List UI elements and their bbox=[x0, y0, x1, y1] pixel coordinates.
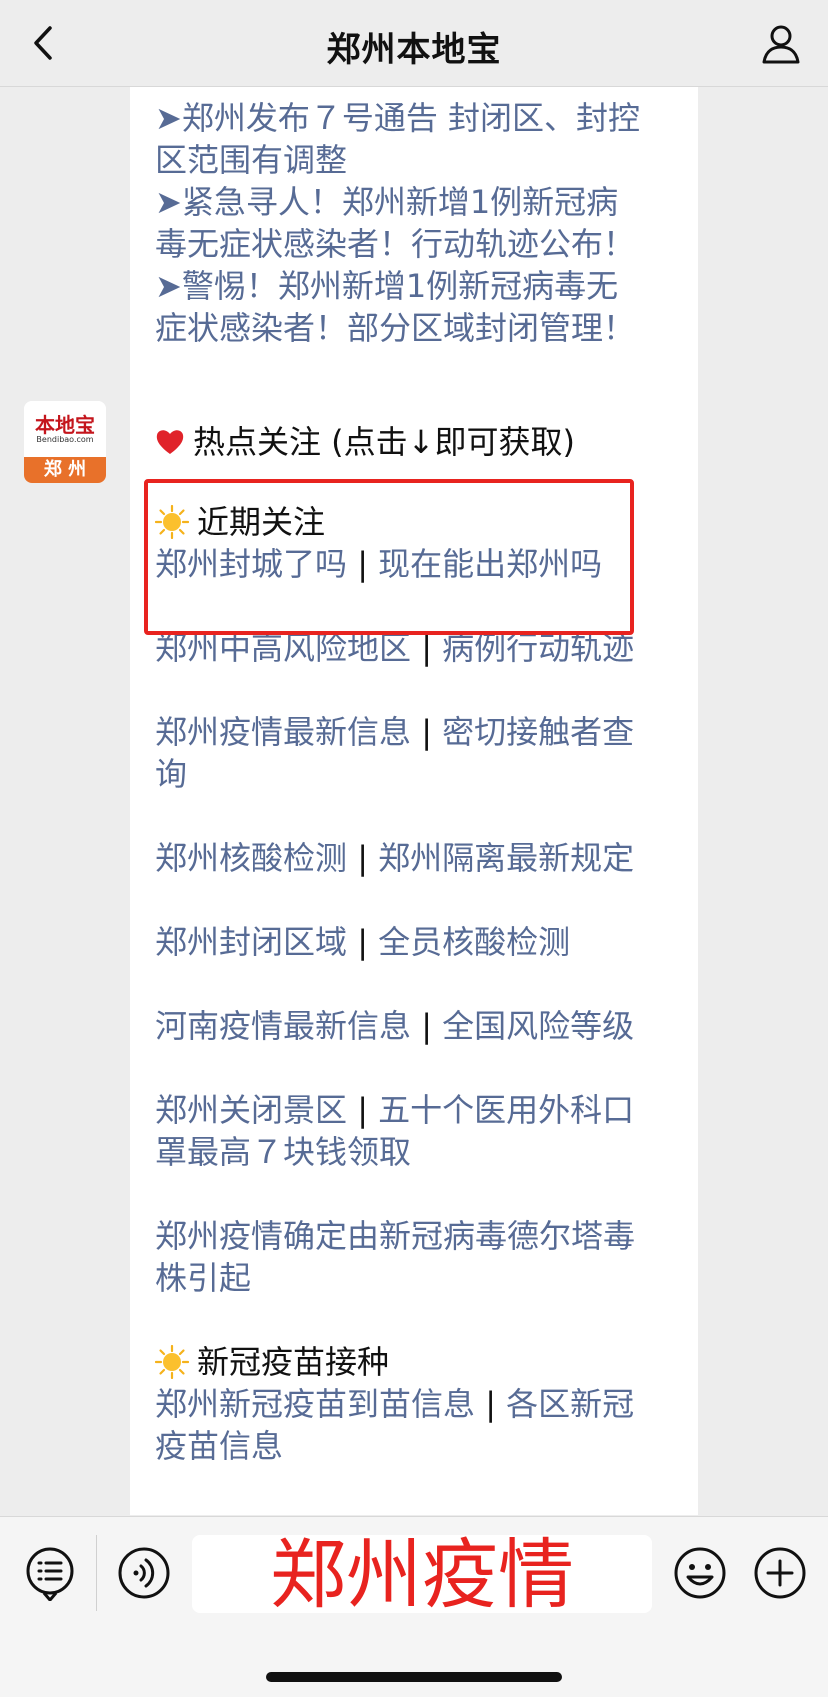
link-quarantine-rules[interactable]: 郑州隔离最新规定 bbox=[378, 839, 634, 877]
link-nucleic-test[interactable]: 郑州核酸检测 bbox=[155, 839, 347, 877]
link-closed-areas[interactable]: 郑州封闭区域 bbox=[155, 923, 347, 961]
link-latest-info[interactable]: 郑州疫情最新信息 bbox=[155, 713, 411, 751]
link-closed-scenic[interactable]: 郑州关闭景区 bbox=[155, 1091, 347, 1129]
profile-icon[interactable] bbox=[758, 20, 804, 66]
voice-icon[interactable] bbox=[116, 1545, 172, 1601]
link-close-contacts[interactable]: 密切接触者查 bbox=[442, 713, 634, 751]
avatar-city: 郑 州 bbox=[24, 457, 106, 483]
plus-icon[interactable] bbox=[752, 1545, 808, 1601]
heart-icon bbox=[156, 430, 184, 454]
link-mass-testing[interactable]: 全员核酸检测 bbox=[378, 923, 570, 961]
page-title: 郑州本地宝 bbox=[326, 30, 502, 70]
link-district-vaccine[interactable]: 各区新冠 bbox=[506, 1385, 634, 1423]
input-bar: 郑州疫情 bbox=[0, 1516, 828, 1697]
highlight-box bbox=[144, 479, 634, 635]
link-national-risk[interactable]: 全国风险等级 bbox=[442, 1007, 634, 1045]
message-bubble: ➤郑州发布７号通告 封闭区、封控 区范围有调整 ➤紧急寻人！郑州新增1例新冠病 … bbox=[130, 87, 698, 453]
avatar[interactable]: 本地宝 Bendibao.com 郑 州 bbox=[24, 401, 106, 483]
navigation-bar: 郑州本地宝 bbox=[0, 0, 828, 87]
link-masks-cont[interactable]: 罩最高７块钱领取 bbox=[155, 1133, 411, 1171]
avatar-logo: 本地宝 bbox=[35, 413, 95, 437]
link-row: 郑州关闭景区 | 五十个医用外科口 罩最高７块钱领取 bbox=[155, 1091, 635, 1171]
link-close-contacts-cont[interactable]: 询 bbox=[155, 755, 187, 793]
link-vaccine-arrival[interactable]: 郑州新冠疫苗到苗信息 bbox=[155, 1385, 475, 1423]
news-link-3[interactable]: ➤警惕！郑州新增1例新冠病毒无 症状感染者！部分区域封闭管理！ bbox=[155, 265, 678, 349]
link-delta[interactable]: 郑州疫情确定由新冠病毒德尔塔毒 株引起 bbox=[155, 1215, 678, 1299]
link-row: 郑州新冠疫苗到苗信息 | 各区新冠 疫苗信息 bbox=[155, 1385, 635, 1465]
chat-area[interactable]: ➤郑州发布７号通告 封闭区、封控 区范围有调整 ➤紧急寻人！郑州新增1例新冠病 … bbox=[0, 87, 828, 1515]
link-row: 郑州核酸检测 | 郑州隔离最新规定 bbox=[155, 839, 635, 877]
link-row: 郑州疫情最新信息 | 密切接触者查 询 bbox=[155, 713, 635, 793]
avatar-url: Bendibao.com bbox=[36, 435, 94, 444]
message-input[interactable]: 郑州疫情 bbox=[192, 1533, 652, 1617]
home-indicator[interactable] bbox=[266, 1672, 562, 1682]
menu-list-icon[interactable] bbox=[22, 1545, 78, 1601]
link-row: 河南疫情最新信息 | 全国风险等级 bbox=[155, 1007, 635, 1045]
link-henan-info[interactable]: 河南疫情最新信息 bbox=[155, 1007, 411, 1045]
link-row: 郑州封闭区域 | 全员核酸检测 bbox=[155, 923, 571, 961]
vaccine-heading: 新冠疫苗接种 bbox=[155, 1341, 678, 1383]
sun-icon bbox=[155, 1345, 189, 1379]
link-district-vaccine-cont[interactable]: 疫苗信息 bbox=[155, 1427, 283, 1465]
input-text: 郑州疫情 bbox=[270, 1530, 574, 1619]
hot-topics-heading: 热点关注 (点击↓即可获取) bbox=[155, 421, 678, 463]
divider bbox=[96, 1535, 97, 1611]
emoji-icon[interactable] bbox=[672, 1545, 728, 1601]
news-link-1[interactable]: ➤郑州发布７号通告 封闭区、封控 区范围有调整 bbox=[155, 97, 678, 181]
link-masks[interactable]: 五十个医用外科口 bbox=[378, 1091, 634, 1129]
news-link-2[interactable]: ➤紧急寻人！郑州新增1例新冠病 毒无症状感染者！行动轨迹公布！ bbox=[155, 181, 678, 265]
